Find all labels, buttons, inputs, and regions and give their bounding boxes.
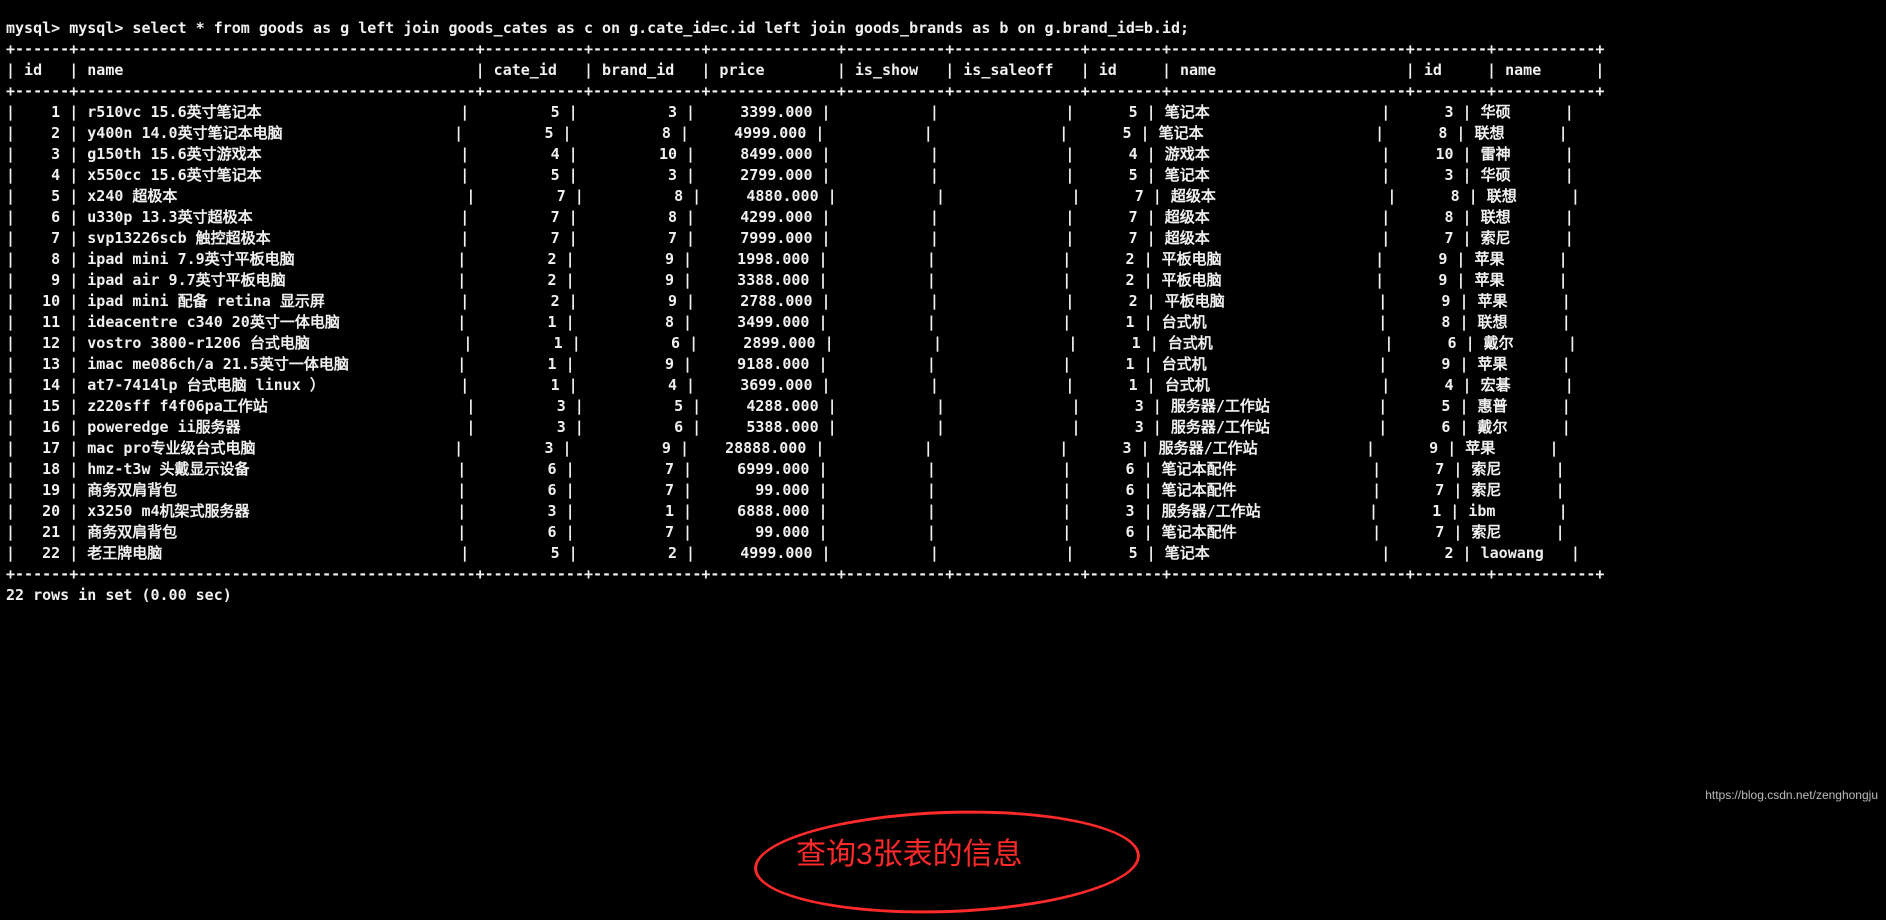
image-watermark: https://blog.csdn.net/zenghongju — [1705, 787, 1878, 804]
red-ellipse — [752, 804, 1141, 919]
table-border-top: +------+--------------------------------… — [6, 40, 1604, 58]
table-header-line: | id | name | cate_id | brand_id | price… — [6, 61, 1604, 79]
result-footer: 22 rows in set (0.00 sec) — [6, 586, 232, 604]
annotation-text: 查询3张表的信息 — [796, 834, 1023, 876]
table-border-mid: +------+--------------------------------… — [6, 82, 1604, 100]
mysql-terminal[interactable]: mysql> mysql> select * from goods as g l… — [0, 0, 1886, 616]
sql-prompt-line: mysql> mysql> select * from goods as g l… — [6, 19, 1189, 37]
table-body: | 1 | r510vc 15.6英寸笔记本 | 5 | 3 | 3399.00… — [6, 103, 1580, 562]
table-border-bottom: +------+--------------------------------… — [6, 565, 1604, 583]
